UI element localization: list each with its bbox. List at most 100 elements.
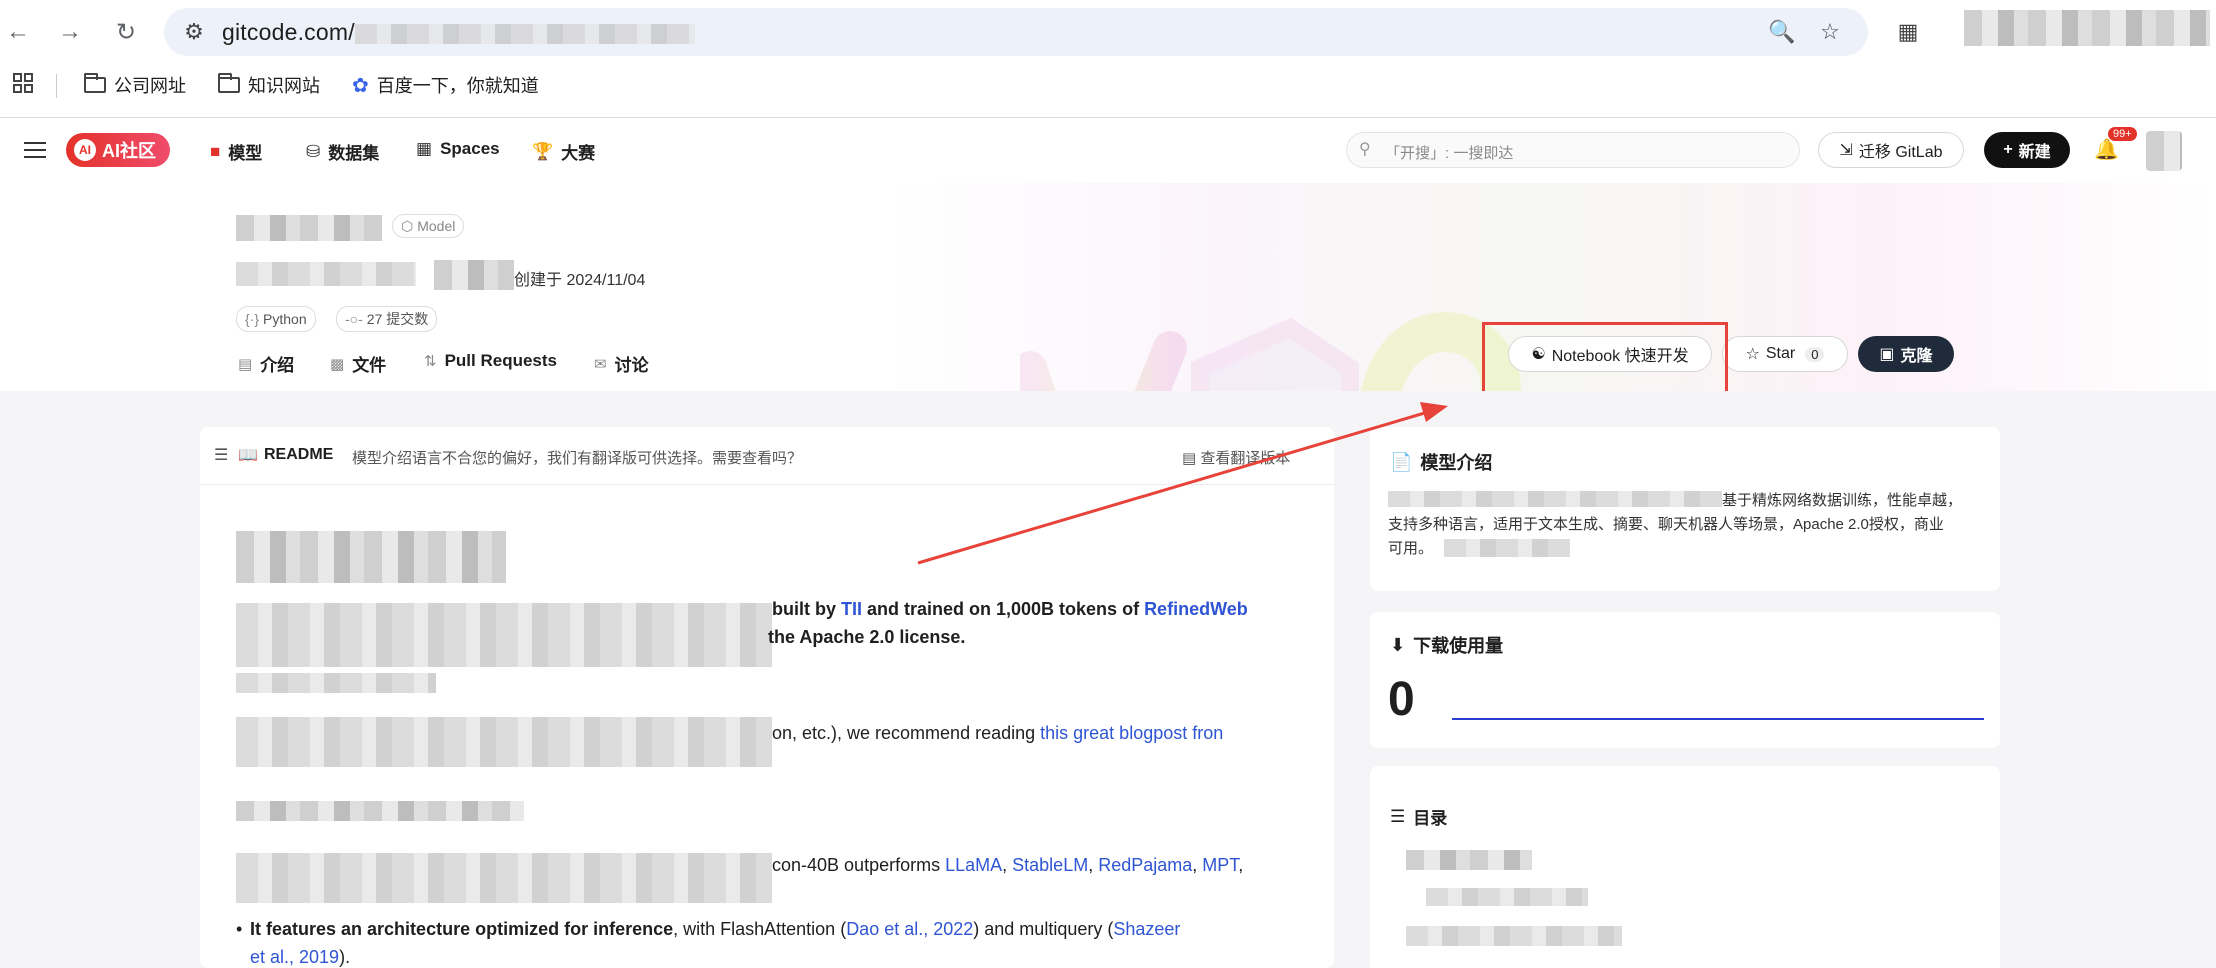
forward-icon[interactable]: → (52, 14, 88, 50)
bookmark-company[interactable]: 公司网址 (84, 72, 186, 98)
terminal-icon: ▣ (1879, 346, 1895, 363)
address-bar[interactable]: ⚙ gitcode.com/ 🔍 ☆ (164, 8, 1868, 56)
commit-icon: -○- (345, 311, 363, 327)
readme-header: ☰ 📖 README 模型介绍语言不合您的偏好，我们有翻译版可供选择。需要查看吗… (200, 427, 1334, 485)
site-header: AI AI社区 ■ 模型 ⛁ 数据集 ▦ Spaces 🏆 大赛 ⚲ 「开搜」: 一搜即… (0, 119, 2216, 183)
intro-text-3: 可用。 (1388, 540, 1434, 557)
nav-competitions[interactable]: 🏆 大赛 (532, 139, 595, 164)
redpajama-link[interactable]: RedPajama (1098, 855, 1192, 875)
commits-tag[interactable]: -○- 27 提交数 (336, 306, 438, 332)
readme-para-blurred (236, 717, 772, 767)
readme-line-4: con-40B outperforms LLaMA, StableLM, Red… (772, 855, 1244, 875)
database-icon: ⛁ (306, 141, 321, 161)
document-icon: 📄 (1390, 451, 1413, 472)
new-button[interactable]: + 新建 (1984, 132, 2070, 168)
shazeer-link[interactable]: Shazeer (1113, 919, 1180, 939)
bookmark-baidu[interactable]: ✿ 百度一下，你就知道 (352, 72, 539, 98)
intro-blurred-2 (1444, 539, 1570, 557)
readme-subheading-blurred (236, 673, 436, 693)
dao-link[interactable]: Dao et al., 2022 (846, 919, 973, 939)
annotation-highlight-box (1482, 322, 1728, 402)
model-box-icon: ⬡ (401, 217, 414, 234)
downloads-sparkline (1452, 718, 1984, 720)
readme-panel: ☰ 📖 README 模型介绍语言不合您的偏好，我们有翻译版可供选择。需要查看吗… (200, 427, 1334, 968)
folder-icon (84, 73, 106, 93)
intro-text-1: 基于精炼网络数据训练，性能卓越， (1722, 492, 1963, 509)
readme-line-1: built by TII and trained on 1,000B token… (772, 599, 1248, 619)
apps-grid-icon[interactable] (12, 72, 34, 94)
tab-pull-requests[interactable]: ⇅ Pull Requests (424, 351, 557, 371)
model-intro-heading: 📄 模型介绍 (1390, 451, 1493, 474)
clone-button[interactable]: ▣ 克隆 (1858, 336, 1954, 372)
download-icon: ⬇ (1390, 634, 1406, 655)
bookmark-star-icon[interactable]: ☆ (1816, 18, 1844, 46)
star-button[interactable]: ☆ Star 0 (1722, 336, 1848, 372)
list-icon: ☰ (1390, 806, 1406, 826)
site-search-input[interactable]: ⚲ 「开搜」: 一搜即达 (1346, 132, 1800, 168)
model-intro-card: 📄 模型介绍 基于精炼网络数据训练，性能卓越， 支持多种语言，适用于文本生成、摘要… (1370, 427, 2000, 591)
tab-intro[interactable]: ▤ 介绍 (238, 351, 294, 376)
url-text: gitcode.com/ (222, 19, 695, 46)
file-code-icon: ▩ (330, 355, 345, 373)
doc-icon: ▤ (238, 355, 253, 373)
toc-item[interactable] (1406, 926, 1622, 946)
tab-discussion[interactable]: ✉ 讨论 (594, 351, 649, 376)
readme-bullet: • It features an architecture optimized … (236, 919, 1181, 967)
plus-icon: + (2003, 141, 2013, 158)
mpt-link[interactable]: MPT (1202, 855, 1238, 875)
browser-chrome: ← → ↻ ⚙ gitcode.com/ 🔍 ☆ ▦ 公司网址 知识网站 ✿ 百… (0, 0, 2216, 118)
readme-heading-blurred (236, 531, 506, 583)
nav-datasets[interactable]: ⛁ 数据集 (306, 139, 379, 164)
repo-title-blurred (236, 215, 382, 241)
migrate-gitlab-button[interactable]: ⇲ 迁移 GitLab (1818, 132, 1964, 168)
ai-logo-icon: AI (74, 139, 96, 161)
toc-card: ☰ 目录 (1370, 766, 2000, 968)
nav-models[interactable]: ■ 模型 (210, 139, 262, 164)
bookmark-knowledge[interactable]: 知识网站 (218, 72, 320, 98)
extensions-icon[interactable]: ▦ (1894, 18, 1922, 46)
tii-link[interactable]: TII (841, 599, 862, 619)
readme-title: README (264, 446, 334, 463)
view-translation-link[interactable]: ▤ 查看翻译版本 (1182, 447, 1290, 468)
folder-icon (218, 73, 240, 93)
ai-community-logo[interactable]: AI AI社区 (66, 133, 170, 167)
tab-files[interactable]: ▩ 文件 (330, 351, 386, 376)
model-tag: ⬡ Model (392, 214, 465, 238)
reload-icon[interactable]: ↻ (108, 14, 144, 50)
zoom-icon[interactable]: 🔍 (1768, 18, 1796, 46)
toc-item[interactable] (1426, 888, 1588, 906)
readme-subheading2-blurred (236, 801, 524, 821)
toc-item[interactable] (1406, 850, 1532, 870)
hamburger-menu-icon[interactable] (24, 137, 46, 163)
chat-icon: ✉ (594, 355, 607, 373)
import-icon: ⇲ (1839, 142, 1853, 159)
baidu-paw-icon: ✿ (352, 74, 369, 97)
downloads-card: ⬇ 下载使用量 0 (1370, 612, 2000, 748)
readme-line-2: the Apache 2.0 license. (768, 627, 966, 647)
avatar[interactable] (2146, 131, 2182, 171)
trophy-icon: 🏆 (532, 141, 554, 161)
book-icon: 📖 (238, 447, 258, 464)
star-count: 0 (1805, 346, 1825, 362)
stablelm-link[interactable]: StableLM (1012, 855, 1088, 875)
blogpost-link[interactable]: this great blogpost fron (1040, 723, 1223, 743)
notification-badge: 99+ (2108, 127, 2137, 141)
toc-toggle-icon[interactable]: ☰ (214, 445, 228, 465)
refinedweb-link[interactable]: RefinedWeb (1144, 599, 1248, 619)
toc-heading: ☰ 目录 (1390, 806, 1448, 829)
downloads-heading: ⬇ 下载使用量 (1390, 634, 1504, 657)
search-icon: ⚲ (1359, 141, 1371, 158)
pull-request-icon: ⇅ (424, 353, 437, 370)
shazeer-link-cont[interactable]: et al., 2019 (250, 947, 339, 967)
owner-avatar-blurred (434, 260, 514, 290)
back-icon[interactable]: ← (0, 14, 36, 50)
created-date: 创建于 2024/11/04 (514, 272, 646, 289)
code-icon: {·} (245, 311, 260, 327)
profile-area[interactable] (1964, 10, 2210, 46)
site-settings-icon[interactable]: ⚙ (180, 18, 208, 46)
language-tag[interactable]: {·} Python (236, 306, 316, 332)
nav-spaces[interactable]: ▦ Spaces (416, 139, 500, 159)
intro-text-2: 支持多种语言，适用于文本生成、摘要、聊天机器人等场景，Apache 2.0授权，… (1388, 516, 1944, 533)
llama-link[interactable]: LLaMA (945, 855, 1002, 875)
intro-blurred (1388, 491, 1722, 507)
